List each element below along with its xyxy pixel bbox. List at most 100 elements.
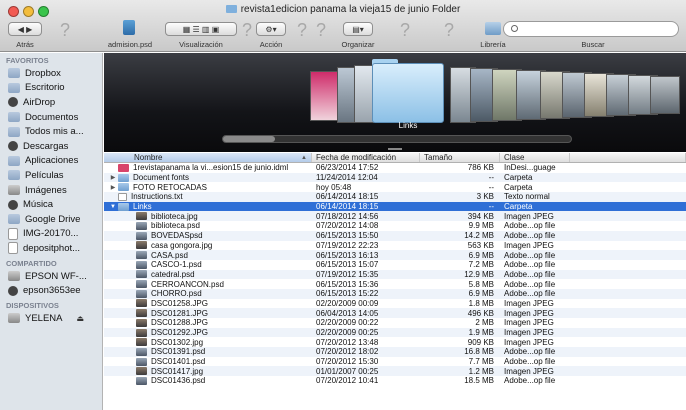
column-header-date[interactable]: Fecha de modificación	[312, 153, 420, 162]
back-forward-button[interactable]: ◀ ▶	[8, 22, 42, 36]
image-file-icon	[136, 367, 147, 376]
eject-icon[interactable]: ⏏	[77, 314, 85, 323]
cell-name: DSC01417.jpg	[104, 367, 312, 376]
file-name: DSC01288.JPG	[151, 318, 208, 328]
table-row[interactable]: DSC01292.JPG 02/20/2009 00:25 1.9 MB Imagen…	[104, 327, 686, 338]
table-row[interactable]: DSC01417.jpg 01/01/2007 00:25 1.2 MB Imagen…	[104, 366, 686, 377]
cover-flow-scrollbar[interactable]	[222, 135, 572, 143]
view-mode-segmented-control[interactable]: ▦ ☰ ▥ ▣	[165, 22, 237, 36]
image-file-icon	[136, 318, 147, 327]
psd-file-icon	[136, 357, 147, 366]
cell-name: catedral.psd	[104, 270, 312, 279]
cover-flow-selected-folder[interactable]	[372, 63, 444, 123]
table-row[interactable]: biblioteca.psd 07/20/2012 14:08 9.9 MB Adob…	[104, 221, 686, 231]
sidebar-item-epson-printer[interactable]: EPSON WF-...	[0, 269, 102, 284]
table-row[interactable]: DSC01302.jpg 07/20/2012 13:48 909 KB Imagen…	[104, 337, 686, 347]
file-name: 1revistapanama la vi...esion15 de junio.…	[133, 163, 289, 173]
cell-name: CERROANCON.psd	[104, 280, 312, 289]
sidebar-item-airdrop[interactable]: AirDrop	[0, 95, 102, 110]
sidebar-item-descargas[interactable]: Descargas	[0, 139, 102, 154]
sidebar-item-imagenes[interactable]: Imágenes	[0, 183, 102, 198]
sidebar-item-depositphotos[interactable]: depositphot...	[0, 241, 102, 256]
table-row[interactable]: DSC01391.psd 07/20/2012 18:02 16.8 MB Adobe…	[104, 347, 686, 357]
sidebar-item-epson-computer[interactable]: epson3653ee	[0, 283, 102, 298]
sidebar-item-todos-mis-archivos[interactable]: Todos mis a...	[0, 124, 102, 139]
table-row[interactable]: ▶ FOTO RETOCADAS hoy 05:48 -- Carpeta	[104, 182, 686, 192]
table-row[interactable]: DSC01401.psd 07/20/2012 15:30 7.7 MB Adobe.…	[104, 357, 686, 367]
cover-flow-label: Links	[398, 121, 418, 130]
cell-date: 06/14/2014 18:15	[316, 192, 379, 202]
cell-kind: Adobe...op file	[504, 221, 556, 231]
table-row[interactable]: CHORRO.psd 06/15/2013 15:22 6.9 MB Adobe...…	[104, 288, 686, 299]
sidebar-item-peliculas[interactable]: Películas	[0, 168, 102, 183]
search-icon	[511, 25, 518, 32]
cell-kind: Adobe...op file	[504, 289, 556, 299]
file-icon[interactable]	[123, 20, 135, 35]
action-menu-button[interactable]: ⚙▾	[256, 22, 286, 36]
file-name: DSC01302.jpg	[151, 337, 204, 347]
cell-size: 18.5 MB	[464, 376, 494, 386]
library-folder-icon[interactable]	[485, 22, 501, 35]
table-row[interactable]: CERROANCON.psd 06/15/2013 15:36 5.8 MB Adob…	[104, 279, 686, 289]
cell-size: 1.2 MB	[468, 366, 494, 376]
table-row[interactable]: CASCO-1.psd 06/15/2013 15:07 7.2 MB Adobe..…	[104, 260, 686, 270]
cell-kind: Imagen JPEG	[504, 366, 554, 376]
image-file-icon	[136, 212, 147, 221]
sidebar-item-dropbox[interactable]: Dropbox	[0, 66, 102, 81]
table-row[interactable]: DSC01288.JPG 02/20/2009 00:22 2 MB Imagen J…	[104, 318, 686, 328]
table-row[interactable]: DSC01281.JPG 06/04/2013 14:05 496 KB Imagen…	[104, 308, 686, 318]
disclosure-triangle-icon[interactable]: ▶	[108, 174, 118, 181]
arrange-menu-button[interactable]: ▤▾	[343, 22, 373, 36]
sidebar-item-google-drive[interactable]: Google Drive	[0, 212, 102, 227]
table-row[interactable]: catedral.psd 07/19/2012 15:35 12.9 MB Adobe…	[104, 269, 686, 280]
action-label: Acción	[259, 40, 283, 49]
psd-file-icon	[136, 270, 147, 279]
cell-kind: InDesi...guage	[504, 163, 556, 173]
table-row[interactable]: BOVEDASpsd 06/15/2013 15:50 14.2 MB Adobe..…	[104, 230, 686, 241]
column-header-size[interactable]: Tamaño	[420, 153, 500, 162]
file-name: DSC01391.psd	[151, 347, 206, 357]
help-icon: ?	[60, 20, 71, 40]
table-row[interactable]: Instructions.txt 06/14/2014 18:15 3 KB Text…	[104, 192, 686, 202]
cell-size: 6.9 MB	[468, 250, 494, 260]
cover-flow-item[interactable]	[650, 76, 680, 114]
sidebar-item-yelena[interactable]: YELENA ⏏	[0, 311, 102, 326]
cell-date: 07/20/2012 14:08	[316, 221, 379, 231]
resize-grip-icon[interactable]	[388, 148, 402, 150]
search-field[interactable]	[503, 21, 679, 37]
cell-name: ▶ FOTO RETOCADAS	[104, 183, 312, 192]
sidebar-item-aplicaciones[interactable]: Aplicaciones	[0, 154, 102, 169]
table-row[interactable]: 1revistapanama la vi...esion15 de junio.…	[104, 163, 686, 173]
sidebar-section-shared: COMPARTIDO	[6, 258, 57, 268]
cell-date: 06/14/2014 18:15	[316, 202, 379, 212]
folder-icon	[8, 68, 20, 79]
sidebar-item-label: epson3653ee	[23, 285, 81, 297]
sidebar-item-label: depositphot...	[23, 242, 81, 254]
cell-date: 06/04/2013 14:05	[316, 308, 379, 318]
cell-kind: Texto normal	[504, 192, 550, 202]
cell-kind: Carpeta	[504, 202, 533, 212]
cell-date: 06/15/2013 15:07	[316, 260, 379, 270]
cell-date: 06/15/2013 15:50	[316, 231, 379, 241]
sidebar-item-musica[interactable]: Música	[0, 197, 102, 212]
table-row[interactable]: DSC01436.psd 07/20/2012 10:41 18.5 MB Adobe…	[104, 376, 686, 386]
disclosure-triangle-icon[interactable]: ▶	[108, 184, 118, 191]
table-row[interactable]: ▼ Links 06/14/2014 18:15 -- Carpeta	[104, 201, 686, 212]
sidebar-item-documentos[interactable]: Documentos	[0, 110, 102, 125]
cell-size: 7.7 MB	[468, 357, 494, 367]
sidebar-item-escritorio[interactable]: Escritorio	[0, 81, 102, 96]
column-header-name[interactable]: Nombre ▲	[104, 153, 312, 162]
disclosure-triangle-icon[interactable]: ▼	[108, 204, 118, 210]
cell-size: 9.9 MB	[468, 221, 494, 231]
cell-name: DSC01401.psd	[104, 357, 312, 366]
column-header-kind[interactable]: Clase	[500, 153, 570, 162]
table-row[interactable]: ▶ Document fonts 11/24/2014 12:04 -- Carpeta	[104, 172, 686, 183]
table-row[interactable]: biblioteca.jpg 07/18/2012 14:56 394 KB Imag…	[104, 211, 686, 222]
sidebar-item-img-file[interactable]: IMG-20170...	[0, 227, 102, 242]
cover-flow-view[interactable]: Links	[104, 53, 686, 152]
scrollbar-thumb[interactable]	[223, 136, 275, 142]
table-row[interactable]: casa gongora.jpg 07/19/2012 22:23 563 KB Im…	[104, 241, 686, 251]
table-row[interactable]: CASA.psd 06/15/2013 16:13 6.9 MB Adobe...op…	[104, 250, 686, 260]
table-row[interactable]: DSC01258.JPG 02/20/2009 00:09 1.8 MB Imagen…	[104, 299, 686, 309]
cover-flow-item[interactable]	[354, 65, 374, 123]
